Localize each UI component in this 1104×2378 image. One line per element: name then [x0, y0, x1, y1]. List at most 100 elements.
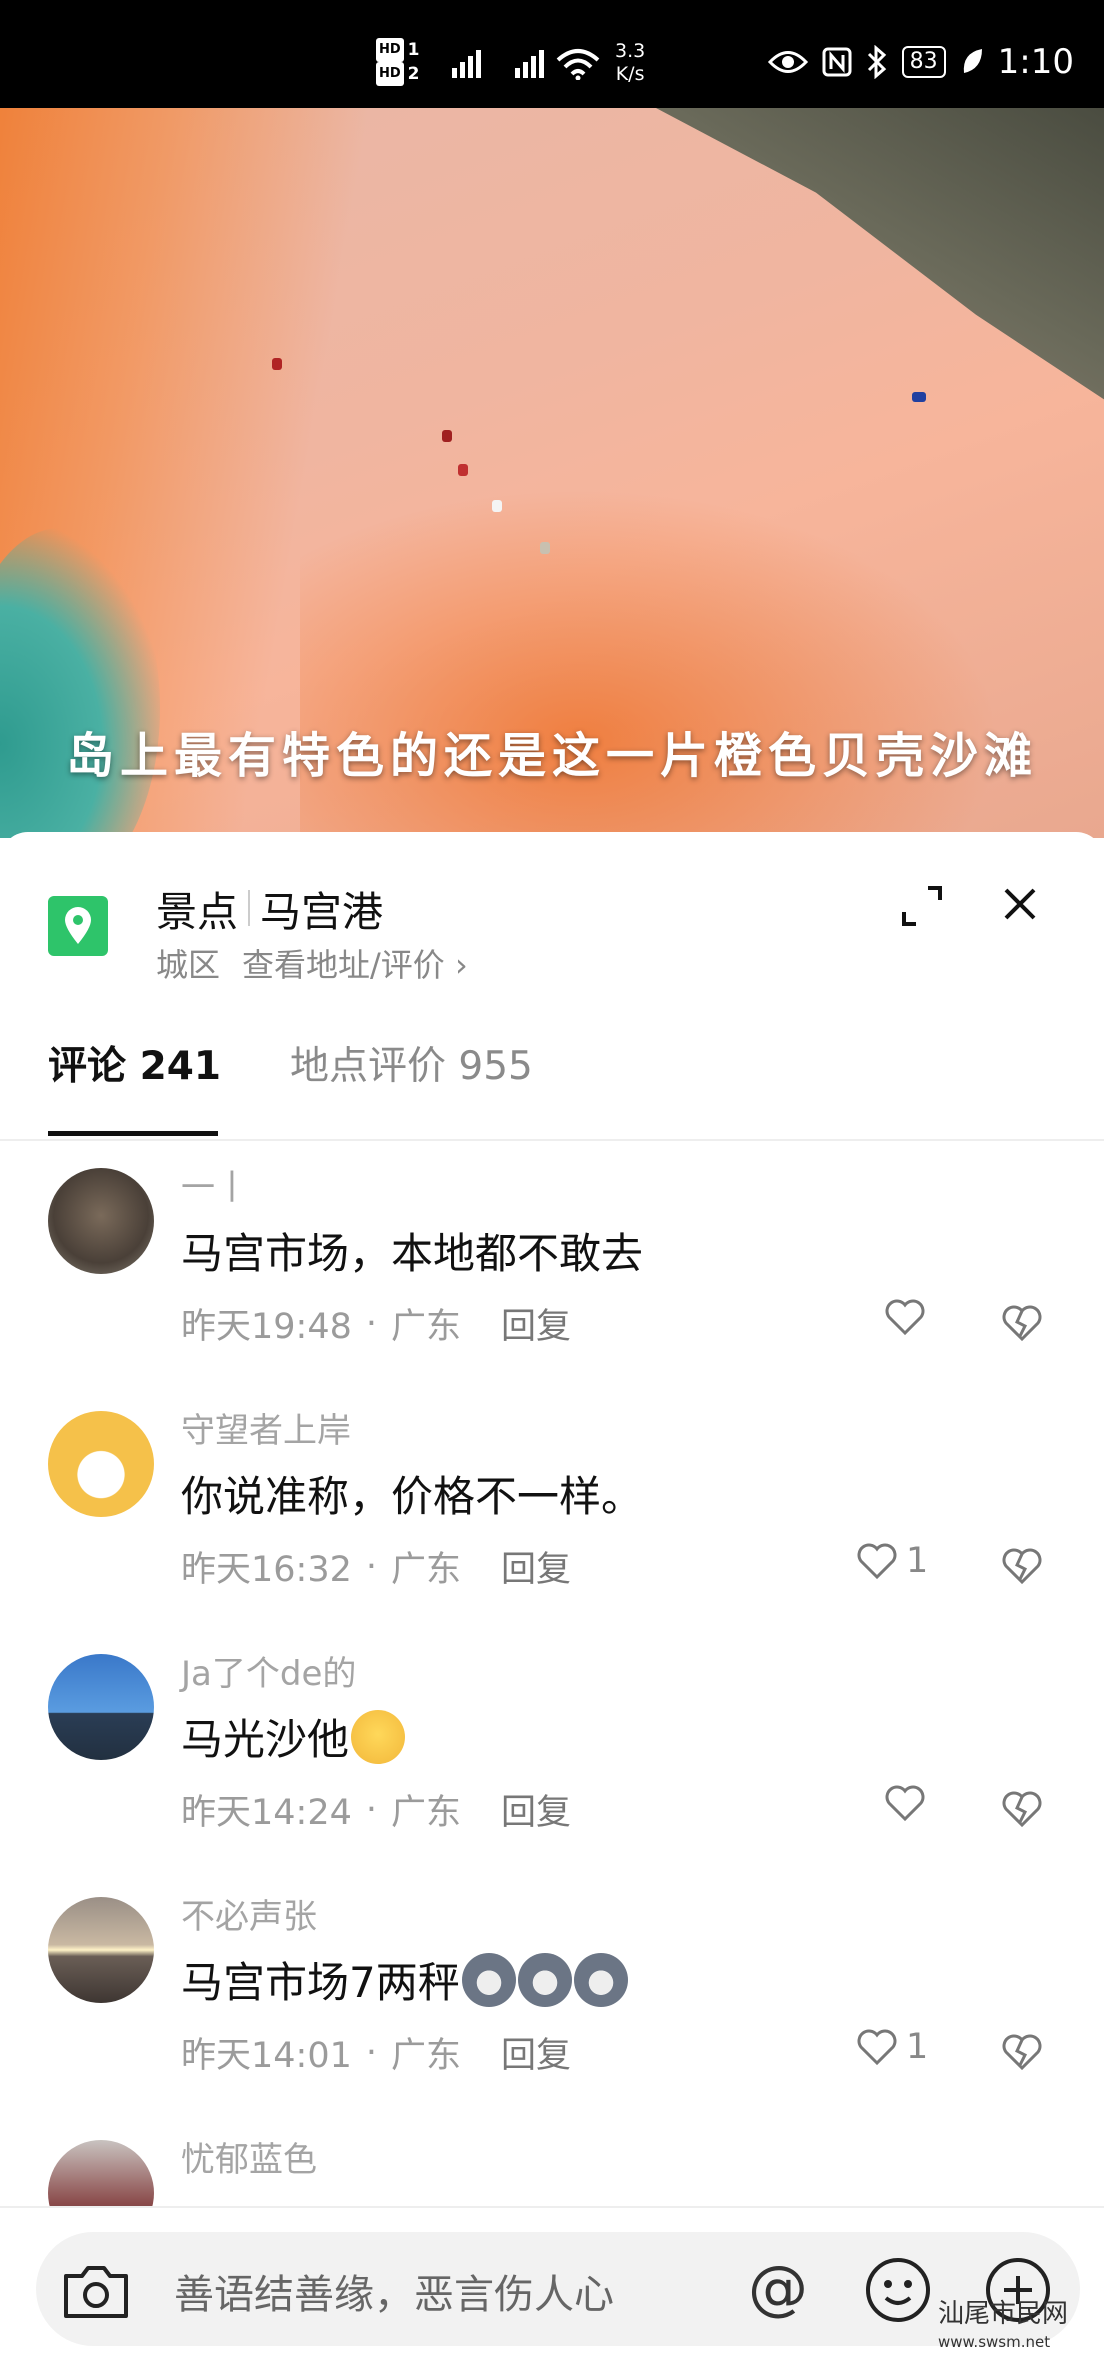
comment-text: 马宫市场7两秤 [181, 1949, 628, 2010]
comment-region: 广东 [391, 1793, 462, 1833]
like-button[interactable]: 1 [856, 1541, 928, 1581]
at-mention-icon[interactable]: @ [748, 2256, 808, 2320]
comment-text: 马光沙他 [181, 1706, 406, 1767]
broken-heart-icon[interactable] [1000, 1786, 1044, 1830]
meta-dot: · [365, 1303, 378, 1344]
status-right: 83 1:10 [767, 42, 1074, 82]
title-separator [248, 890, 250, 926]
comment-region: 广东 [391, 1550, 462, 1590]
location-title[interactable]: 景点 马宫港 [156, 878, 383, 938]
comment-time: 昨天16:32 [181, 1550, 352, 1590]
comment-item: Ja了个de的 马光沙他 昨天14:24 · 广东 回复 [0, 1646, 1104, 1886]
hd1-number: 1 [407, 40, 420, 60]
broken-heart-icon[interactable] [1000, 1543, 1044, 1587]
like-button[interactable] [884, 1784, 926, 1822]
video-player[interactable]: 岛上最有特色的还是这一片橙色贝壳沙滩 [0, 108, 1104, 838]
reply-button[interactable]: 回复 [501, 1541, 571, 1592]
broken-heart-icon[interactable] [1000, 2029, 1044, 2073]
tab-comments[interactable]: 评论 241 [48, 1035, 221, 1091]
network-speed-unit: K/s [615, 63, 645, 85]
network-speed-value: 3.3 [615, 40, 646, 62]
like-count: 1 [906, 1541, 929, 1581]
comment-input-placeholder[interactable]: 善语结善缘，恶言伤人心 [174, 2262, 614, 2320]
comment-meta: 昨天14:24 · 广东 回复 [181, 1784, 571, 1835]
tabs-divider [0, 1139, 1104, 1141]
comment-username[interactable]: 守望者上岸 [181, 1403, 351, 1452]
battery-icon: 83 [901, 46, 946, 78]
network-speed: 3.3 K/s [615, 40, 645, 86]
comment-time: 昨天14:01 [181, 2036, 352, 2076]
video-object [912, 392, 926, 402]
comment-username[interactable]: Ja了个de的 [181, 1646, 356, 1695]
heart-icon [885, 1785, 925, 1822]
comment-item: 一丨 马宫市场，本地都不敢去 昨天19:48 · 广东 回复 [0, 1160, 1104, 1400]
video-person [540, 542, 550, 554]
comment-time: 昨天14:24 [181, 1793, 352, 1833]
reply-button[interactable]: 回复 [501, 2027, 571, 2078]
like-button[interactable] [884, 1298, 926, 1336]
avatar[interactable] [48, 2140, 154, 2206]
location-category: 景点 [156, 888, 238, 936]
clock: 1:10 [997, 42, 1074, 82]
comment-username[interactable]: 忧郁蓝色 [181, 2132, 317, 2181]
close-icon[interactable] [996, 880, 1044, 928]
avatar[interactable] [48, 1654, 154, 1760]
video-person [492, 500, 502, 512]
watermark-name: 汕尾市民网 [938, 2299, 1069, 2329]
meta-dot: · [365, 1789, 378, 1830]
video-person [272, 358, 282, 370]
camera-icon[interactable] [60, 2260, 132, 2322]
comment-text-content: 马宫市场7两秤 [181, 1958, 460, 2007]
video-person [442, 430, 452, 442]
meta-dot: · [365, 1546, 378, 1587]
watermark: 汕尾市民网 www.swsm.net [938, 2300, 1068, 2356]
heart-icon [857, 2029, 897, 2066]
reply-button[interactable]: 回复 [501, 1784, 571, 1835]
hd2-number: 2 [407, 64, 420, 84]
location-district: 城区 [156, 946, 221, 984]
reply-button[interactable]: 回复 [501, 1298, 571, 1349]
husky-emoji-icon [461, 1953, 516, 2007]
comment-meta: 昨天16:32 · 广东 回复 [181, 1541, 571, 1592]
watermark-url: www.swsm.net [938, 2333, 1051, 2351]
video-caption: 岛上最有特色的还是这一片橙色贝壳沙滩 [65, 728, 1038, 784]
comment-text: 马宫市场，本地都不敢去 [181, 1229, 644, 1278]
address-review-link[interactable]: 查看地址/评价 › [242, 940, 468, 986]
comment-item: 不必声张 马宫市场7两秤 昨天14:01 · 广东 回复 1 [0, 1889, 1104, 2129]
comment-time: 昨天19:48 [181, 1307, 352, 1347]
husky-emoji-icon [573, 1953, 628, 2007]
location-subtitle[interactable]: 城区 查看地址/评价 › [156, 940, 468, 986]
comment-item: 忧郁蓝色 [0, 2132, 1104, 2206]
tab-place-reviews[interactable]: 地点评价 955 [290, 1035, 533, 1091]
comment-username[interactable]: 不必声张 [181, 1889, 317, 1938]
comment-item: 守望者上岸 你说准称，价格不一样。 昨天16:32 · 广东 回复 1 [0, 1403, 1104, 1643]
comment-text: 你说准称，价格不一样。 [181, 1472, 644, 1521]
meta-dot: · [365, 2032, 378, 2073]
avatar[interactable] [48, 1411, 154, 1517]
sim-indicators: HD 1 HD 2 [376, 38, 420, 86]
husky-emoji-icon [517, 1953, 572, 2007]
comment-region: 广东 [391, 2036, 462, 2076]
broken-heart-icon[interactable] [1000, 1300, 1044, 1344]
hd2-badge: HD [376, 62, 404, 86]
status-bar: HD 1 HD 2 3.3 K/s 83 1:10 [0, 0, 1104, 108]
location-name: 马宫港 [260, 888, 383, 936]
avatar[interactable] [48, 1897, 154, 2003]
comment-meta: 昨天14:01 · 广东 回复 [181, 2027, 571, 2078]
eye-icon [767, 51, 808, 73]
comment-region: 广东 [391, 1307, 462, 1347]
signal-1-icon [452, 44, 481, 78]
hd1-badge: HD [376, 38, 404, 62]
emoji-face-icon[interactable] [864, 2256, 932, 2324]
heart-icon [885, 1299, 925, 1336]
comment-text-content: 马光沙他 [181, 1715, 350, 1764]
like-count: 1 [906, 2027, 929, 2067]
avatar[interactable] [48, 1168, 154, 1274]
like-button[interactable]: 1 [856, 2027, 928, 2067]
comment-username[interactable]: 一丨 [181, 1160, 249, 1209]
signal-2-icon [515, 44, 544, 78]
expand-icon[interactable] [898, 882, 946, 930]
video-person [458, 464, 468, 476]
leaf-icon [963, 49, 982, 73]
nfc-icon [822, 47, 852, 77]
